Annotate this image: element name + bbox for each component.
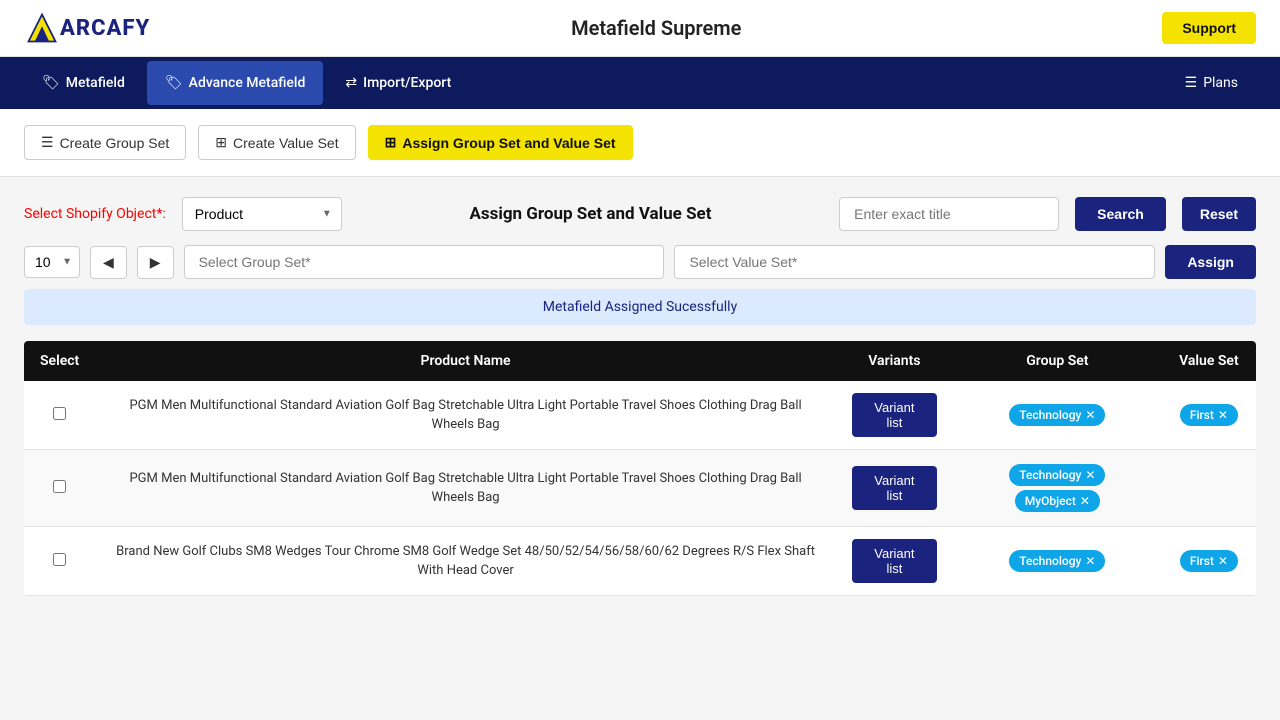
success-message: Metafield Assigned Sucessfully <box>543 299 737 315</box>
assign-icon: ⊞ <box>385 134 397 151</box>
group-set-cell: Technology ✕ <box>953 381 1162 450</box>
value-set-tag: First ✕ <box>1180 550 1238 572</box>
products-table: Select Product Name Variants Group Set V… <box>24 341 1256 596</box>
variant-list-button[interactable]: Variant list <box>852 466 937 510</box>
nav-import-label: Import/Export <box>363 75 451 91</box>
table-icon: ⊞ <box>215 134 227 151</box>
assign-section-title: Assign Group Set and Value Set <box>358 204 823 224</box>
list-icon: ☰ <box>1185 75 1198 91</box>
search-button[interactable]: Search <box>1075 197 1166 231</box>
group-set-input[interactable] <box>184 245 665 279</box>
table-row: Brand New Golf Clubs SM8 Wedges Tour Chr… <box>24 527 1256 596</box>
app-title: Metafield Supreme <box>571 16 741 40</box>
col-group-set: Group Set <box>953 341 1162 381</box>
select-object-label: Select Shopify Object*: <box>24 206 166 222</box>
remove-group-set-icon[interactable]: ✕ <box>1085 408 1095 422</box>
tag-icon: 🏷 <box>42 75 60 91</box>
shopify-object-select[interactable]: Product Order Customer Collection <box>182 197 342 231</box>
create-value-set-label: Create Value Set <box>233 135 339 151</box>
remove-group-set-icon[interactable]: ✕ <box>1085 554 1095 568</box>
success-banner: Metafield Assigned Sucessfully <box>24 289 1256 325</box>
controls-row-2: 5 10 20 50 ◀ ▶ Assign <box>24 245 1256 279</box>
col-select: Select <box>24 341 95 381</box>
nav-item-import-export[interactable]: ⇄ Import/Export <box>327 61 469 105</box>
group-set-tag: MyObject ✕ <box>1015 490 1100 512</box>
search-input[interactable] <box>839 197 1059 231</box>
toolbar: ☰ Create Group Set ⊞ Create Value Set ⊞ … <box>0 109 1280 177</box>
group-set-cell: Technology ✕ <box>953 527 1162 596</box>
col-variants: Variants <box>836 341 953 381</box>
variants-cell: Variant list <box>836 527 953 596</box>
table-header-row: Select Product Name Variants Group Set V… <box>24 341 1256 381</box>
reset-button[interactable]: Reset <box>1182 197 1256 231</box>
value-set-tag: First ✕ <box>1180 404 1238 426</box>
nav-item-metafield[interactable]: 🏷 Metafield <box>24 61 143 105</box>
variant-list-button[interactable]: Variant list <box>852 539 937 583</box>
nav-item-advance-metafield[interactable]: 🏷 Advance Metafield <box>147 61 324 105</box>
row-checkbox[interactable] <box>53 480 66 493</box>
shopify-object-select-wrapper: Product Order Customer Collection <box>182 197 342 231</box>
col-product-name: Product Name <box>95 341 836 381</box>
value-set-input[interactable] <box>674 245 1155 279</box>
nav-plans-label: Plans <box>1203 75 1238 91</box>
nav-bar: 🏷 Metafield 🏷 Advance Metafield ⇄ Import… <box>0 57 1280 109</box>
import-icon: ⇄ <box>345 75 357 91</box>
product-name-cell: PGM Men Multifunctional Standard Aviatio… <box>95 381 836 450</box>
per-page-select-wrapper: 5 10 20 50 <box>24 246 80 278</box>
row-checkbox[interactable] <box>53 553 66 566</box>
group-set-cell: Technology ✕ MyObject ✕ <box>953 450 1162 527</box>
variants-cell: Variant list <box>836 381 953 450</box>
nav-advance-label: Advance Metafield <box>189 75 306 91</box>
table-row: PGM Men Multifunctional Standard Aviatio… <box>24 381 1256 450</box>
value-set-cell: First ✕ <box>1162 381 1256 450</box>
row-checkbox[interactable] <box>53 407 66 420</box>
remove-value-set-icon[interactable]: ✕ <box>1218 554 1228 568</box>
variants-cell: Variant list <box>836 450 953 527</box>
list-icon: ☰ <box>41 134 54 151</box>
variant-list-button[interactable]: Variant list <box>852 393 937 437</box>
nav-item-plans[interactable]: ☰ Plans <box>1167 61 1256 105</box>
prev-page-button[interactable]: ◀ <box>90 246 127 279</box>
arcafy-logo-icon <box>24 10 60 46</box>
product-name-cell: PGM Men Multifunctional Standard Aviatio… <box>95 450 836 527</box>
controls-row-1: Select Shopify Object*: Product Order Cu… <box>24 197 1256 231</box>
top-bar: ARCAFY Metafield Supreme Support <box>0 0 1280 57</box>
main-content: Select Shopify Object*: Product Order Cu… <box>0 177 1280 616</box>
value-set-cell <box>1162 450 1256 527</box>
product-name-cell: Brand New Golf Clubs SM8 Wedges Tour Chr… <box>95 527 836 596</box>
support-button[interactable]: Support <box>1162 12 1256 44</box>
create-group-set-label: Create Group Set <box>60 135 170 151</box>
remove-value-set-icon[interactable]: ✕ <box>1218 408 1228 422</box>
logo: ARCAFY <box>24 10 150 46</box>
col-value-set: Value Set <box>1162 341 1256 381</box>
table-row: PGM Men Multifunctional Standard Aviatio… <box>24 450 1256 527</box>
assign-group-value-set-button[interactable]: ⊞ Assign Group Set and Value Set <box>368 125 633 160</box>
group-set-tag: Technology ✕ <box>1009 464 1105 486</box>
per-page-select[interactable]: 5 10 20 50 <box>24 246 80 278</box>
assign-button[interactable]: Assign <box>1165 245 1256 279</box>
create-value-set-button[interactable]: ⊞ Create Value Set <box>198 125 355 160</box>
remove-group-set-icon[interactable]: ✕ <box>1085 468 1095 482</box>
brand-name: ARCAFY <box>60 16 150 41</box>
remove-group-set-icon[interactable]: ✕ <box>1080 494 1090 508</box>
nav-metafield-label: Metafield <box>66 75 125 91</box>
tag-filled-icon: 🏷 <box>165 75 183 91</box>
group-set-tag: Technology ✕ <box>1009 550 1105 572</box>
group-set-tag: Technology ✕ <box>1009 404 1105 426</box>
value-set-cell: First ✕ <box>1162 527 1256 596</box>
assign-group-value-set-label: Assign Group Set and Value Set <box>402 135 615 151</box>
next-page-button[interactable]: ▶ <box>137 246 174 279</box>
create-group-set-button[interactable]: ☰ Create Group Set <box>24 125 186 160</box>
